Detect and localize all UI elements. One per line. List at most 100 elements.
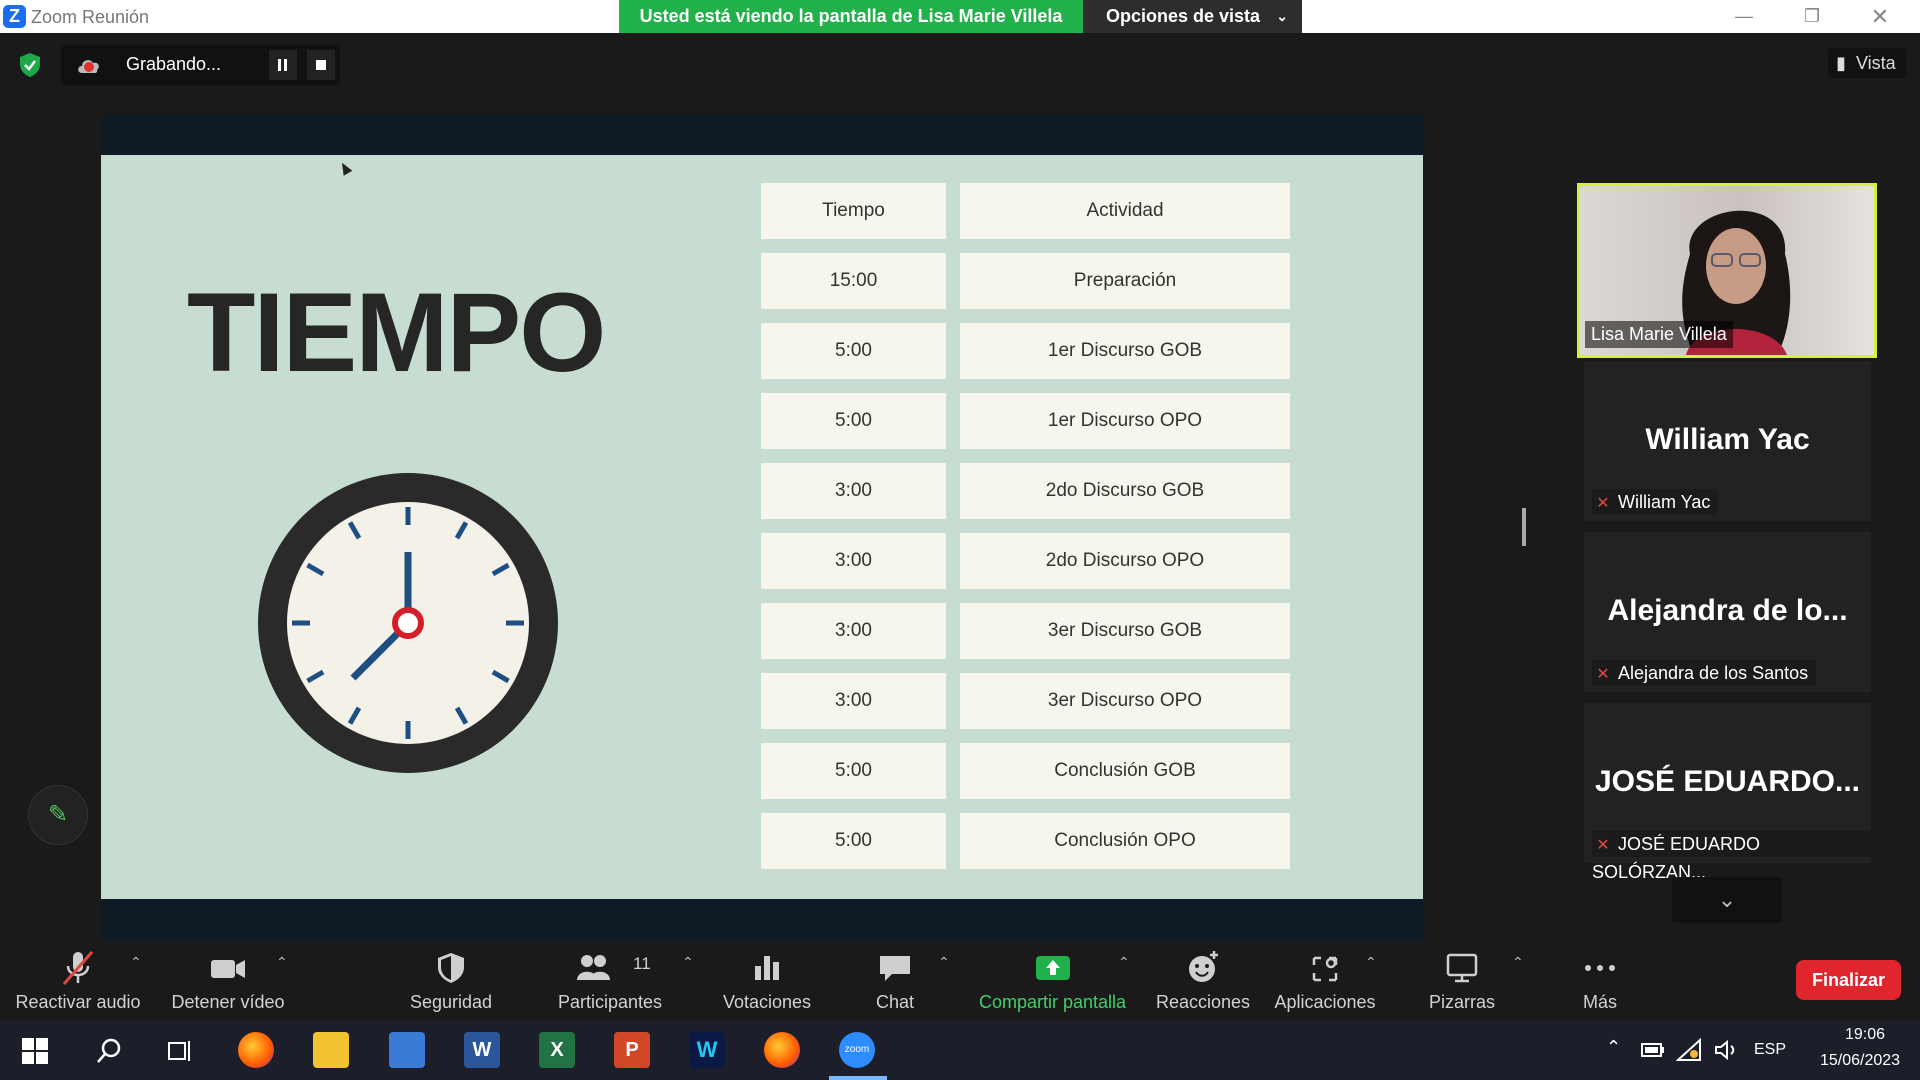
participant-name-tag: ✕ William Yac	[1592, 489, 1719, 515]
more-button[interactable]: Más	[1560, 940, 1640, 1020]
bar-chart-icon	[712, 950, 822, 984]
wifi-icon[interactable]	[1676, 1038, 1702, 1062]
table-cell: 3er Discurso OPO	[960, 673, 1290, 729]
polls-label: Votaciones	[722, 992, 812, 1012]
share-screen-label: Compartir pantalla	[978, 992, 1127, 1012]
table-cell: 15:00	[761, 253, 946, 309]
whiteboards-options-caret[interactable]: ⌃	[1512, 954, 1524, 971]
system-date[interactable]: 15/06/2023	[1800, 1052, 1920, 1070]
cloud-recording-icon	[78, 60, 99, 73]
muted-mic-icon: ✕	[1596, 837, 1610, 854]
chevron-down-icon: ⌄	[1717, 887, 1737, 912]
stop-icon	[316, 60, 326, 70]
pause-recording-button[interactable]	[269, 50, 297, 80]
share-banner: Usted está viendo la pantalla de Lisa Ma…	[619, 0, 1083, 33]
participant-display-name: William Yac	[1645, 423, 1810, 456]
participant-tile[interactable]: Alejandra de lo... ✕ Alejandra de los San…	[1584, 532, 1871, 692]
table-cell: 2do Discurso OPO	[960, 533, 1290, 589]
table-cell: Conclusión GOB	[960, 743, 1290, 799]
shield-icon	[395, 950, 507, 984]
stop-video-button[interactable]: Detener vídeo	[160, 940, 296, 1020]
unmute-audio-button[interactable]: Reactivar audio	[10, 940, 146, 1020]
window-title: Zoom Reunión	[31, 7, 150, 27]
video-options-caret[interactable]: ⌃	[276, 954, 288, 971]
zoom-taskbar-icon[interactable]: zoom	[839, 1032, 875, 1068]
gallery-scroll-down-button[interactable]: ⌄	[1672, 877, 1782, 923]
muted-mic-icon: ✕	[1596, 666, 1610, 683]
language-indicator[interactable]: ESP	[1754, 1041, 1786, 1059]
table-cell: Conclusión OPO	[960, 813, 1290, 869]
control-panel-icon[interactable]	[389, 1032, 425, 1068]
panel-resize-handle[interactable]	[1522, 508, 1526, 546]
participant-name: JOSÉ EDUARDO SOLÓRZAN...	[1592, 834, 1761, 882]
powerpoint-icon[interactable]: P	[614, 1032, 650, 1068]
reactions-button[interactable]: Reacciones	[1148, 940, 1258, 1020]
muted-microphone-icon	[10, 950, 146, 985]
participant-display-name: Alejandra de lo...	[1607, 594, 1848, 627]
search-icon[interactable]	[95, 1037, 123, 1065]
active-speaker-video[interactable]: Lisa Marie Villela	[1577, 183, 1877, 358]
chevron-down-icon: ⌄	[1276, 8, 1288, 24]
speaker-icon[interactable]	[1714, 1040, 1738, 1060]
view-options-button[interactable]: Opciones de vista ⌄	[1083, 0, 1302, 33]
more-label: Más	[1582, 992, 1617, 1012]
table-cell: 2do Discurso GOB	[960, 463, 1290, 519]
zoom-logo-icon: Z	[3, 5, 26, 28]
share-options-caret[interactable]: ⌃	[1118, 954, 1130, 971]
muted-mic-icon: ✕	[1596, 495, 1610, 512]
chat-bubble-icon	[855, 950, 935, 984]
active-speaker-name: Lisa Marie Villela	[1585, 321, 1733, 348]
participants-icon	[545, 950, 675, 984]
smiley-add-icon	[1148, 950, 1258, 984]
chat-options-caret[interactable]: ⌃	[938, 954, 950, 971]
participants-options-caret[interactable]: ⌃	[682, 954, 694, 971]
participant-name-tag: ✕ JOSÉ EDUARDO SOLÓRZAN...	[1592, 831, 1871, 882]
meeting-toolbar: Reactivar audio ⌃ Detener vídeo ⌃ Seguri…	[0, 940, 1920, 1020]
system-time[interactable]: 19:06	[1820, 1026, 1910, 1044]
audio-options-caret[interactable]: ⌃	[130, 954, 142, 971]
polls-button[interactable]: Votaciones	[712, 940, 822, 1020]
share-screen-icon	[970, 950, 1135, 984]
battery-icon[interactable]	[1641, 1042, 1665, 1058]
apps-options-caret[interactable]: ⌃	[1365, 954, 1377, 971]
word-icon[interactable]: W	[464, 1032, 500, 1068]
minimize-button[interactable]: —	[1716, 0, 1772, 33]
participants-button[interactable]: 11 Participantes	[545, 940, 675, 1020]
stop-recording-button[interactable]	[307, 50, 335, 80]
file-explorer-icon[interactable]	[313, 1032, 349, 1068]
chat-button[interactable]: Chat	[855, 940, 935, 1020]
layout-icon: ▮	[1836, 53, 1846, 73]
participant-name-tag: ✕ Alejandra de los Santos	[1592, 660, 1817, 686]
participants-count: 11	[633, 954, 651, 973]
close-button[interactable]: ✕	[1852, 0, 1908, 33]
whiteboards-label: Pizarras	[1428, 992, 1495, 1012]
pencil-icon: ✎	[47, 801, 69, 828]
chat-label: Chat	[875, 992, 915, 1012]
task-view-icon[interactable]	[166, 1037, 194, 1065]
firefox-icon[interactable]	[764, 1032, 800, 1068]
chevron-up-icon[interactable]: ⌃	[1606, 1037, 1621, 1058]
security-button[interactable]: Seguridad	[395, 940, 507, 1020]
table-cell: 5:00	[761, 743, 946, 799]
whiteboards-button[interactable]: Pizarras	[1412, 940, 1512, 1020]
table-cell: Preparación	[960, 253, 1290, 309]
annotate-pen-button[interactable]: ✎	[28, 785, 88, 845]
security-shield-icon[interactable]	[18, 52, 42, 78]
table-cell: 5:00	[761, 813, 946, 869]
share-screen-button[interactable]: Compartir pantalla	[970, 940, 1135, 1020]
security-label: Seguridad	[409, 992, 493, 1012]
excel-icon[interactable]: X	[539, 1032, 575, 1068]
windows-start-icon[interactable]	[22, 1038, 48, 1064]
participant-tile[interactable]: William Yac ✕ William Yac	[1584, 361, 1871, 521]
table-cell: 3:00	[761, 533, 946, 589]
participant-tile[interactable]: JOSÉ EDUARDO... ✕ JOSÉ EDUARDO SOLÓRZAN..…	[1584, 703, 1871, 882]
firefox-icon[interactable]	[238, 1032, 274, 1068]
webex-icon[interactable]: W	[689, 1032, 725, 1068]
participant-display-name: JOSÉ EDUARDO...	[1594, 765, 1861, 798]
view-button[interactable]: ▮ Vista	[1828, 48, 1906, 78]
end-meeting-button[interactable]: Finalizar	[1796, 960, 1901, 1000]
restore-button[interactable]: ❐	[1784, 0, 1840, 33]
unmute-audio-label: Reactivar audio	[15, 992, 141, 1012]
apps-button[interactable]: Aplicaciones	[1265, 940, 1385, 1020]
more-dots-icon	[1560, 950, 1640, 984]
